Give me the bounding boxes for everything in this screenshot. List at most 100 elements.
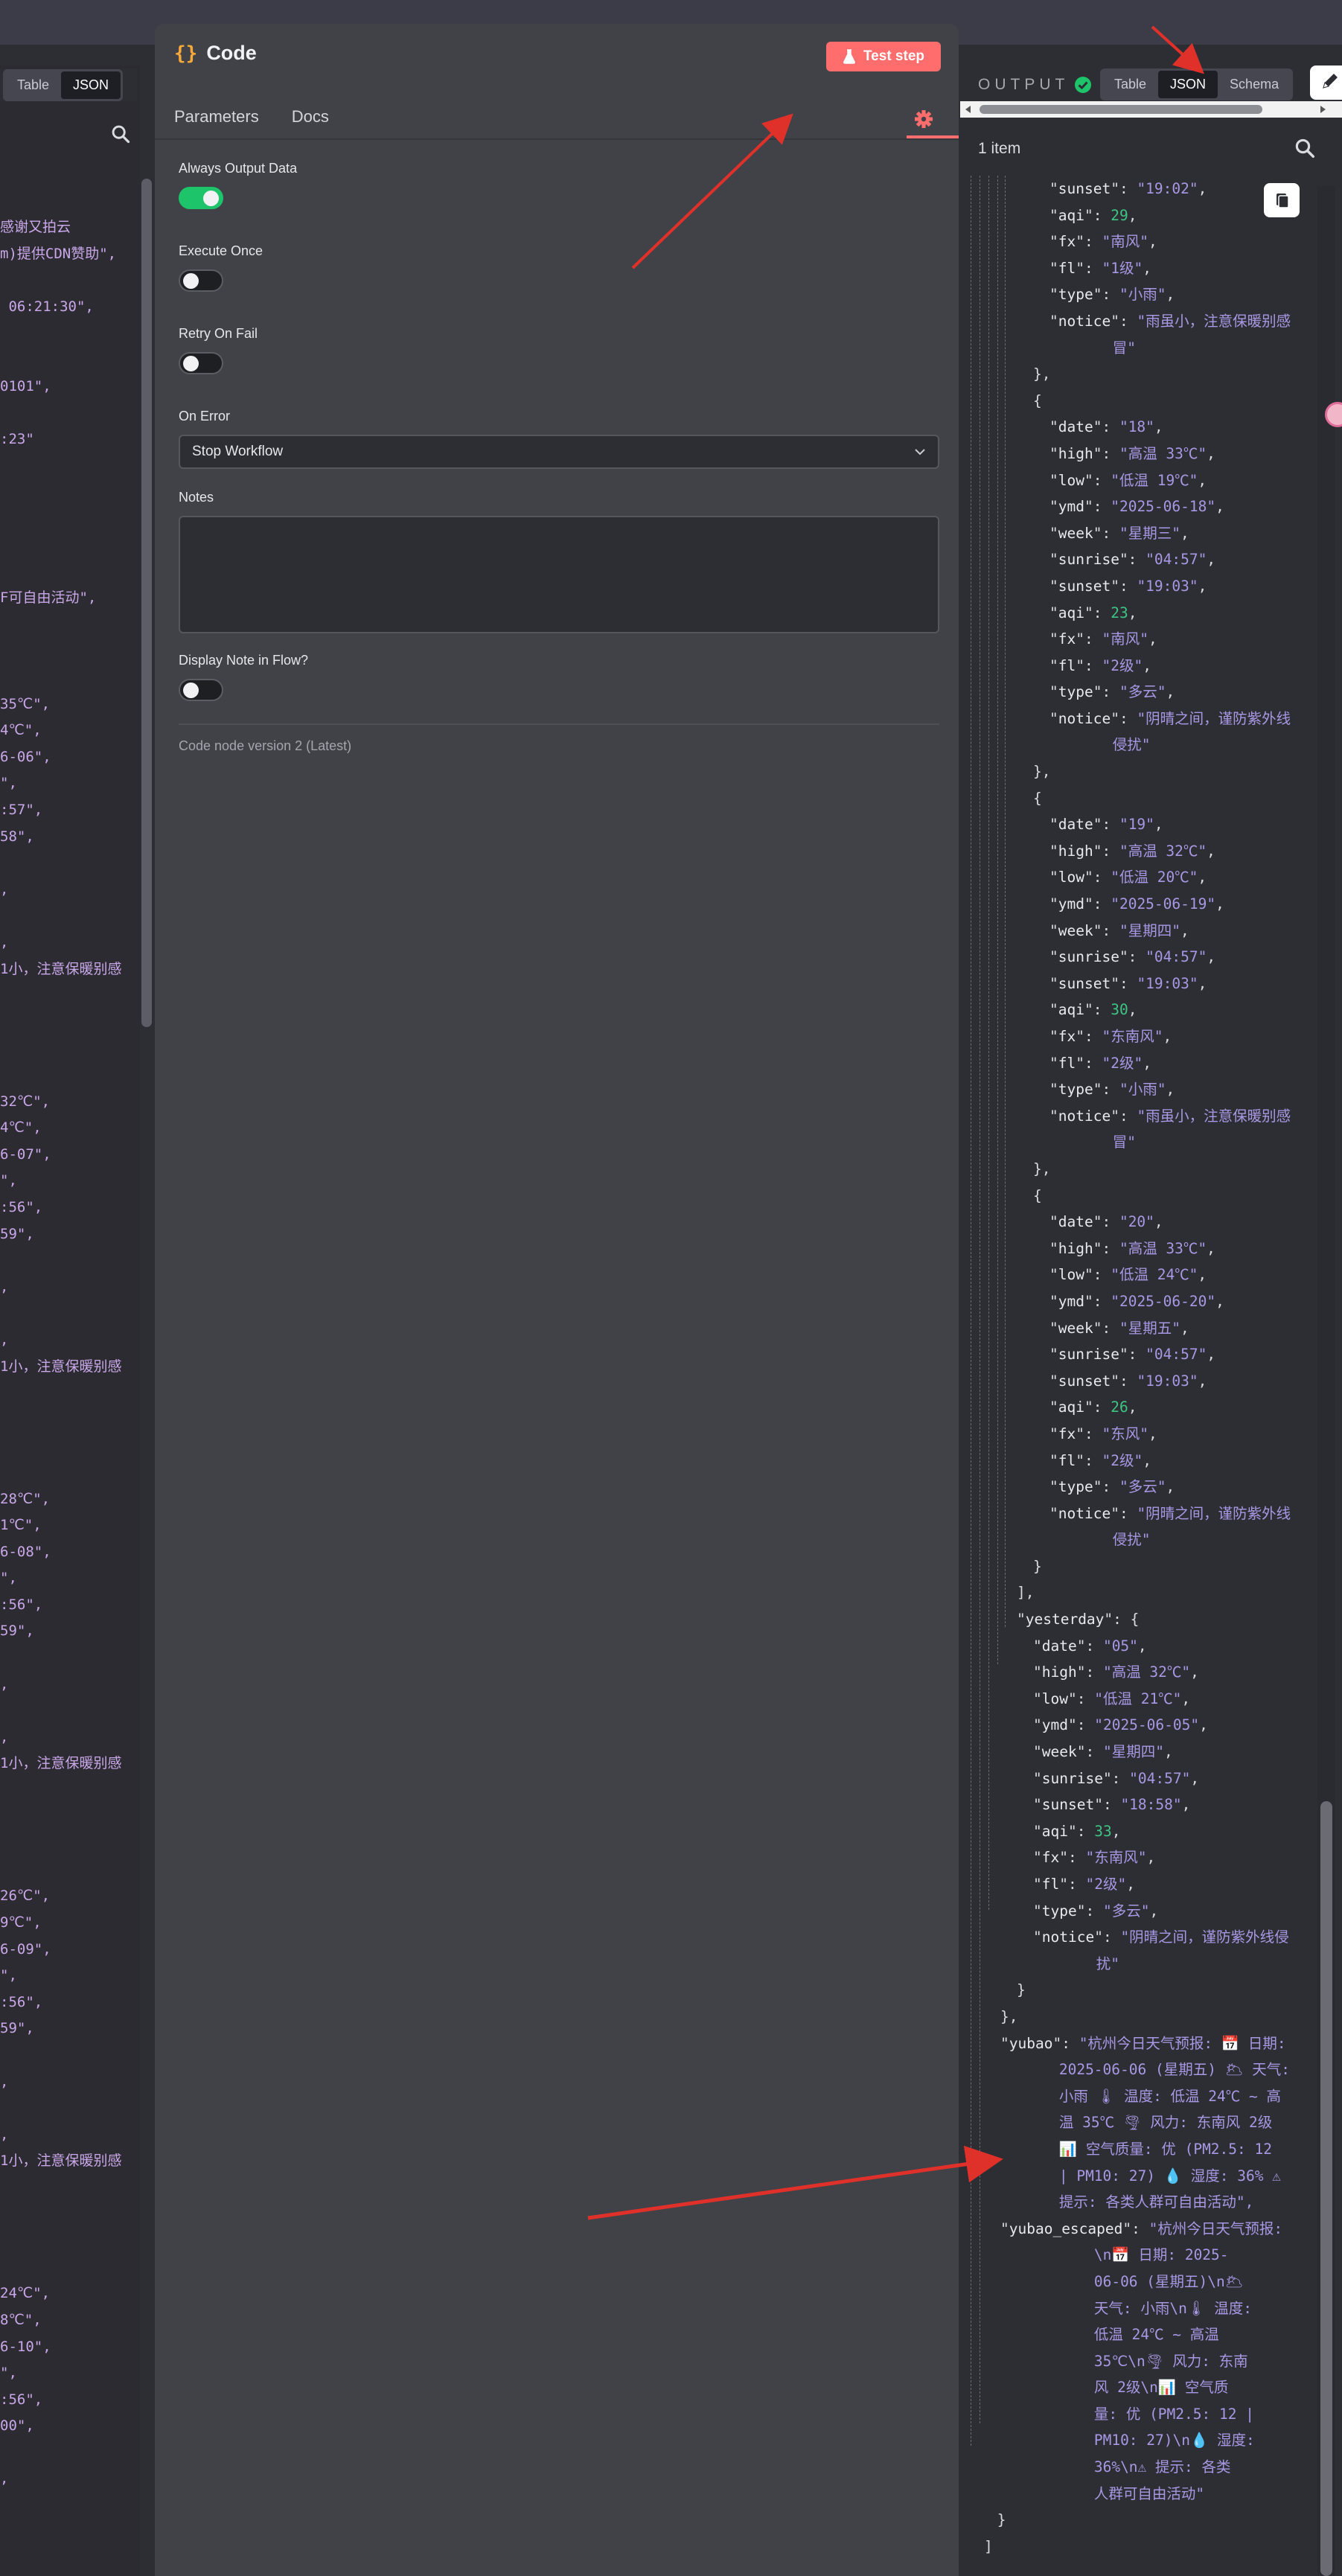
json-value[interactable]: "雨虽小，注意保暖别感 — [1137, 1108, 1291, 1125]
json-value[interactable]: "2级" — [1085, 1876, 1126, 1893]
output-horizontal-scrollbar[interactable] — [960, 101, 1342, 118]
json-value[interactable]: 小雨 🌡 温度: 低温 24℃ ~ 高 — [1059, 2088, 1281, 2105]
json-key[interactable]: week — [1042, 1743, 1077, 1760]
json-value[interactable]: "2级" — [1102, 1055, 1143, 1072]
json-value[interactable]: 📊 空气质量: 优 (PM2.5: 12 — [1059, 2141, 1272, 2158]
output-table-tab[interactable]: Table — [1102, 71, 1158, 98]
json-value[interactable]: "19:03" — [1137, 1372, 1198, 1390]
json-key[interactable]: fl — [1042, 1876, 1059, 1893]
json-key[interactable]: sunrise — [1058, 948, 1119, 965]
json-key[interactable]: notice — [1042, 1928, 1094, 1946]
edit-output-button[interactable] — [1310, 65, 1342, 100]
json-value[interactable]: "多云" — [1103, 1902, 1149, 1920]
json-key[interactable]: high — [1058, 843, 1093, 860]
json-key[interactable]: fx — [1058, 1028, 1076, 1045]
search-icon[interactable] — [110, 124, 131, 144]
json-value[interactable]: "星期四" — [1119, 922, 1180, 939]
json-value[interactable]: | PM10: 27) 💧 湿度: 36% ⚠ — [1059, 2167, 1281, 2185]
input-scrollbar[interactable] — [141, 179, 152, 1027]
json-value[interactable]: 23 — [1111, 604, 1128, 621]
json-key[interactable]: aqi — [1058, 604, 1084, 621]
display-note-toggle[interactable] — [179, 679, 223, 701]
json-value[interactable]: "高温 32℃" — [1119, 843, 1207, 860]
always-output-data-toggle[interactable] — [179, 187, 223, 209]
scroll-right-icon[interactable] — [1317, 104, 1328, 115]
json-value[interactable]: "04:57" — [1146, 948, 1207, 965]
json-value[interactable]: "多云" — [1119, 683, 1166, 700]
json-key[interactable]: week — [1058, 922, 1093, 939]
json-key[interactable]: yubao_escaped — [1009, 2220, 1123, 2237]
json-key[interactable]: fl — [1058, 260, 1076, 277]
json-key[interactable]: type — [1058, 1081, 1093, 1098]
json-value[interactable]: 提示: 各类人群可自由活动", — [1059, 2193, 1253, 2211]
retry-on-fail-toggle[interactable] — [179, 352, 223, 374]
json-value[interactable]: "18:58" — [1120, 1796, 1181, 1813]
json-value[interactable]: 06-06 (星期五)\n🌥 — [1094, 2273, 1244, 2290]
json-value[interactable]: "1级" — [1102, 260, 1143, 277]
json-value[interactable]: "20" — [1119, 1213, 1154, 1230]
output-vertical-scrollbar[interactable] — [1320, 1801, 1332, 2576]
json-value[interactable]: 风 2级\n📊 空气质 — [1094, 2379, 1228, 2396]
json-value[interactable]: 低温 24℃ ~ 高温 — [1094, 2326, 1219, 2343]
node-title[interactable]: Code — [206, 42, 257, 65]
json-key[interactable]: type — [1058, 286, 1093, 303]
json-key[interactable]: type — [1058, 683, 1093, 700]
json-key[interactable]: ymd — [1042, 1716, 1068, 1733]
json-value[interactable]: 冒" — [1113, 339, 1136, 357]
input-json-tab[interactable]: JSON — [61, 71, 121, 99]
json-key[interactable]: notice — [1058, 1505, 1111, 1522]
json-value[interactable]: "2025-06-05" — [1094, 1716, 1199, 1733]
json-key[interactable]: high — [1058, 1240, 1093, 1257]
json-value[interactable]: 30 — [1111, 1001, 1128, 1018]
json-value[interactable]: 36%\n⚠ 提示: 各类 — [1094, 2458, 1231, 2476]
on-error-select[interactable]: Stop Workflow — [179, 435, 939, 469]
json-key[interactable]: date — [1042, 1637, 1077, 1655]
json-key[interactable]: notice — [1058, 710, 1111, 727]
json-value[interactable]: "2025-06-19" — [1111, 895, 1215, 913]
json-key[interactable]: ymd — [1058, 895, 1084, 913]
json-value[interactable]: "05" — [1103, 1637, 1138, 1655]
notes-textarea[interactable] — [179, 516, 939, 633]
json-value[interactable]: "低温 19℃" — [1111, 472, 1198, 489]
json-key[interactable]: notice — [1058, 1108, 1111, 1125]
json-value[interactable]: "19:03" — [1137, 578, 1198, 595]
json-value[interactable]: "雨虽小，注意保暖别感 — [1137, 313, 1291, 330]
json-key[interactable]: sunrise — [1058, 551, 1119, 568]
json-value[interactable]: "东风" — [1102, 1425, 1148, 1442]
json-value[interactable]: "东南风" — [1085, 1849, 1146, 1866]
json-key[interactable]: low — [1058, 1266, 1084, 1283]
json-key[interactable]: sunrise — [1042, 1770, 1103, 1787]
output-schema-tab[interactable]: Schema — [1218, 71, 1291, 98]
json-value[interactable]: 扰" — [1096, 1955, 1119, 1972]
json-value[interactable]: "阴晴之间，谨防紫外线 — [1137, 710, 1291, 727]
json-value[interactable]: "高温 33℃" — [1119, 1240, 1207, 1257]
json-value[interactable]: 量: 优 (PM2.5: 12 | — [1094, 2406, 1254, 2423]
json-key[interactable]: fx — [1058, 233, 1076, 250]
json-value[interactable]: "阴晴之间，谨防紫外线侵 — [1120, 1928, 1288, 1946]
json-key[interactable]: high — [1058, 445, 1093, 462]
json-value[interactable]: "19" — [1119, 816, 1154, 833]
json-value[interactable]: "低温 24℃" — [1111, 1266, 1198, 1283]
gear-icon[interactable] — [898, 88, 950, 140]
search-icon[interactable] — [1294, 137, 1316, 159]
json-value[interactable]: "多云" — [1119, 1478, 1166, 1495]
json-value[interactable]: "19:02" — [1137, 180, 1198, 197]
json-key[interactable]: sunset — [1058, 975, 1111, 992]
test-step-button[interactable]: Test step — [825, 42, 941, 71]
json-key[interactable]: sunrise — [1058, 1346, 1119, 1363]
json-key[interactable]: type — [1058, 1478, 1093, 1495]
json-value[interactable]: 侵扰" — [1113, 1531, 1151, 1548]
json-key[interactable]: date — [1058, 1213, 1093, 1230]
json-key[interactable]: low — [1058, 869, 1084, 886]
json-key[interactable]: type — [1042, 1902, 1077, 1920]
json-value[interactable]: "04:57" — [1129, 1770, 1190, 1787]
json-key[interactable]: fl — [1058, 657, 1076, 674]
json-key[interactable]: aqi — [1042, 1823, 1068, 1840]
json-value[interactable]: "小雨" — [1119, 286, 1166, 303]
json-value[interactable]: "18" — [1119, 418, 1154, 435]
json-key[interactable]: ymd — [1058, 498, 1084, 515]
json-value[interactable]: 29 — [1111, 207, 1128, 224]
json-key[interactable]: ymd — [1058, 1293, 1084, 1310]
json-value[interactable]: PM10: 27)\n💧 湿度: — [1094, 2432, 1255, 2449]
json-value[interactable]: 天气: 小雨\n🌡 温度: — [1094, 2300, 1252, 2317]
